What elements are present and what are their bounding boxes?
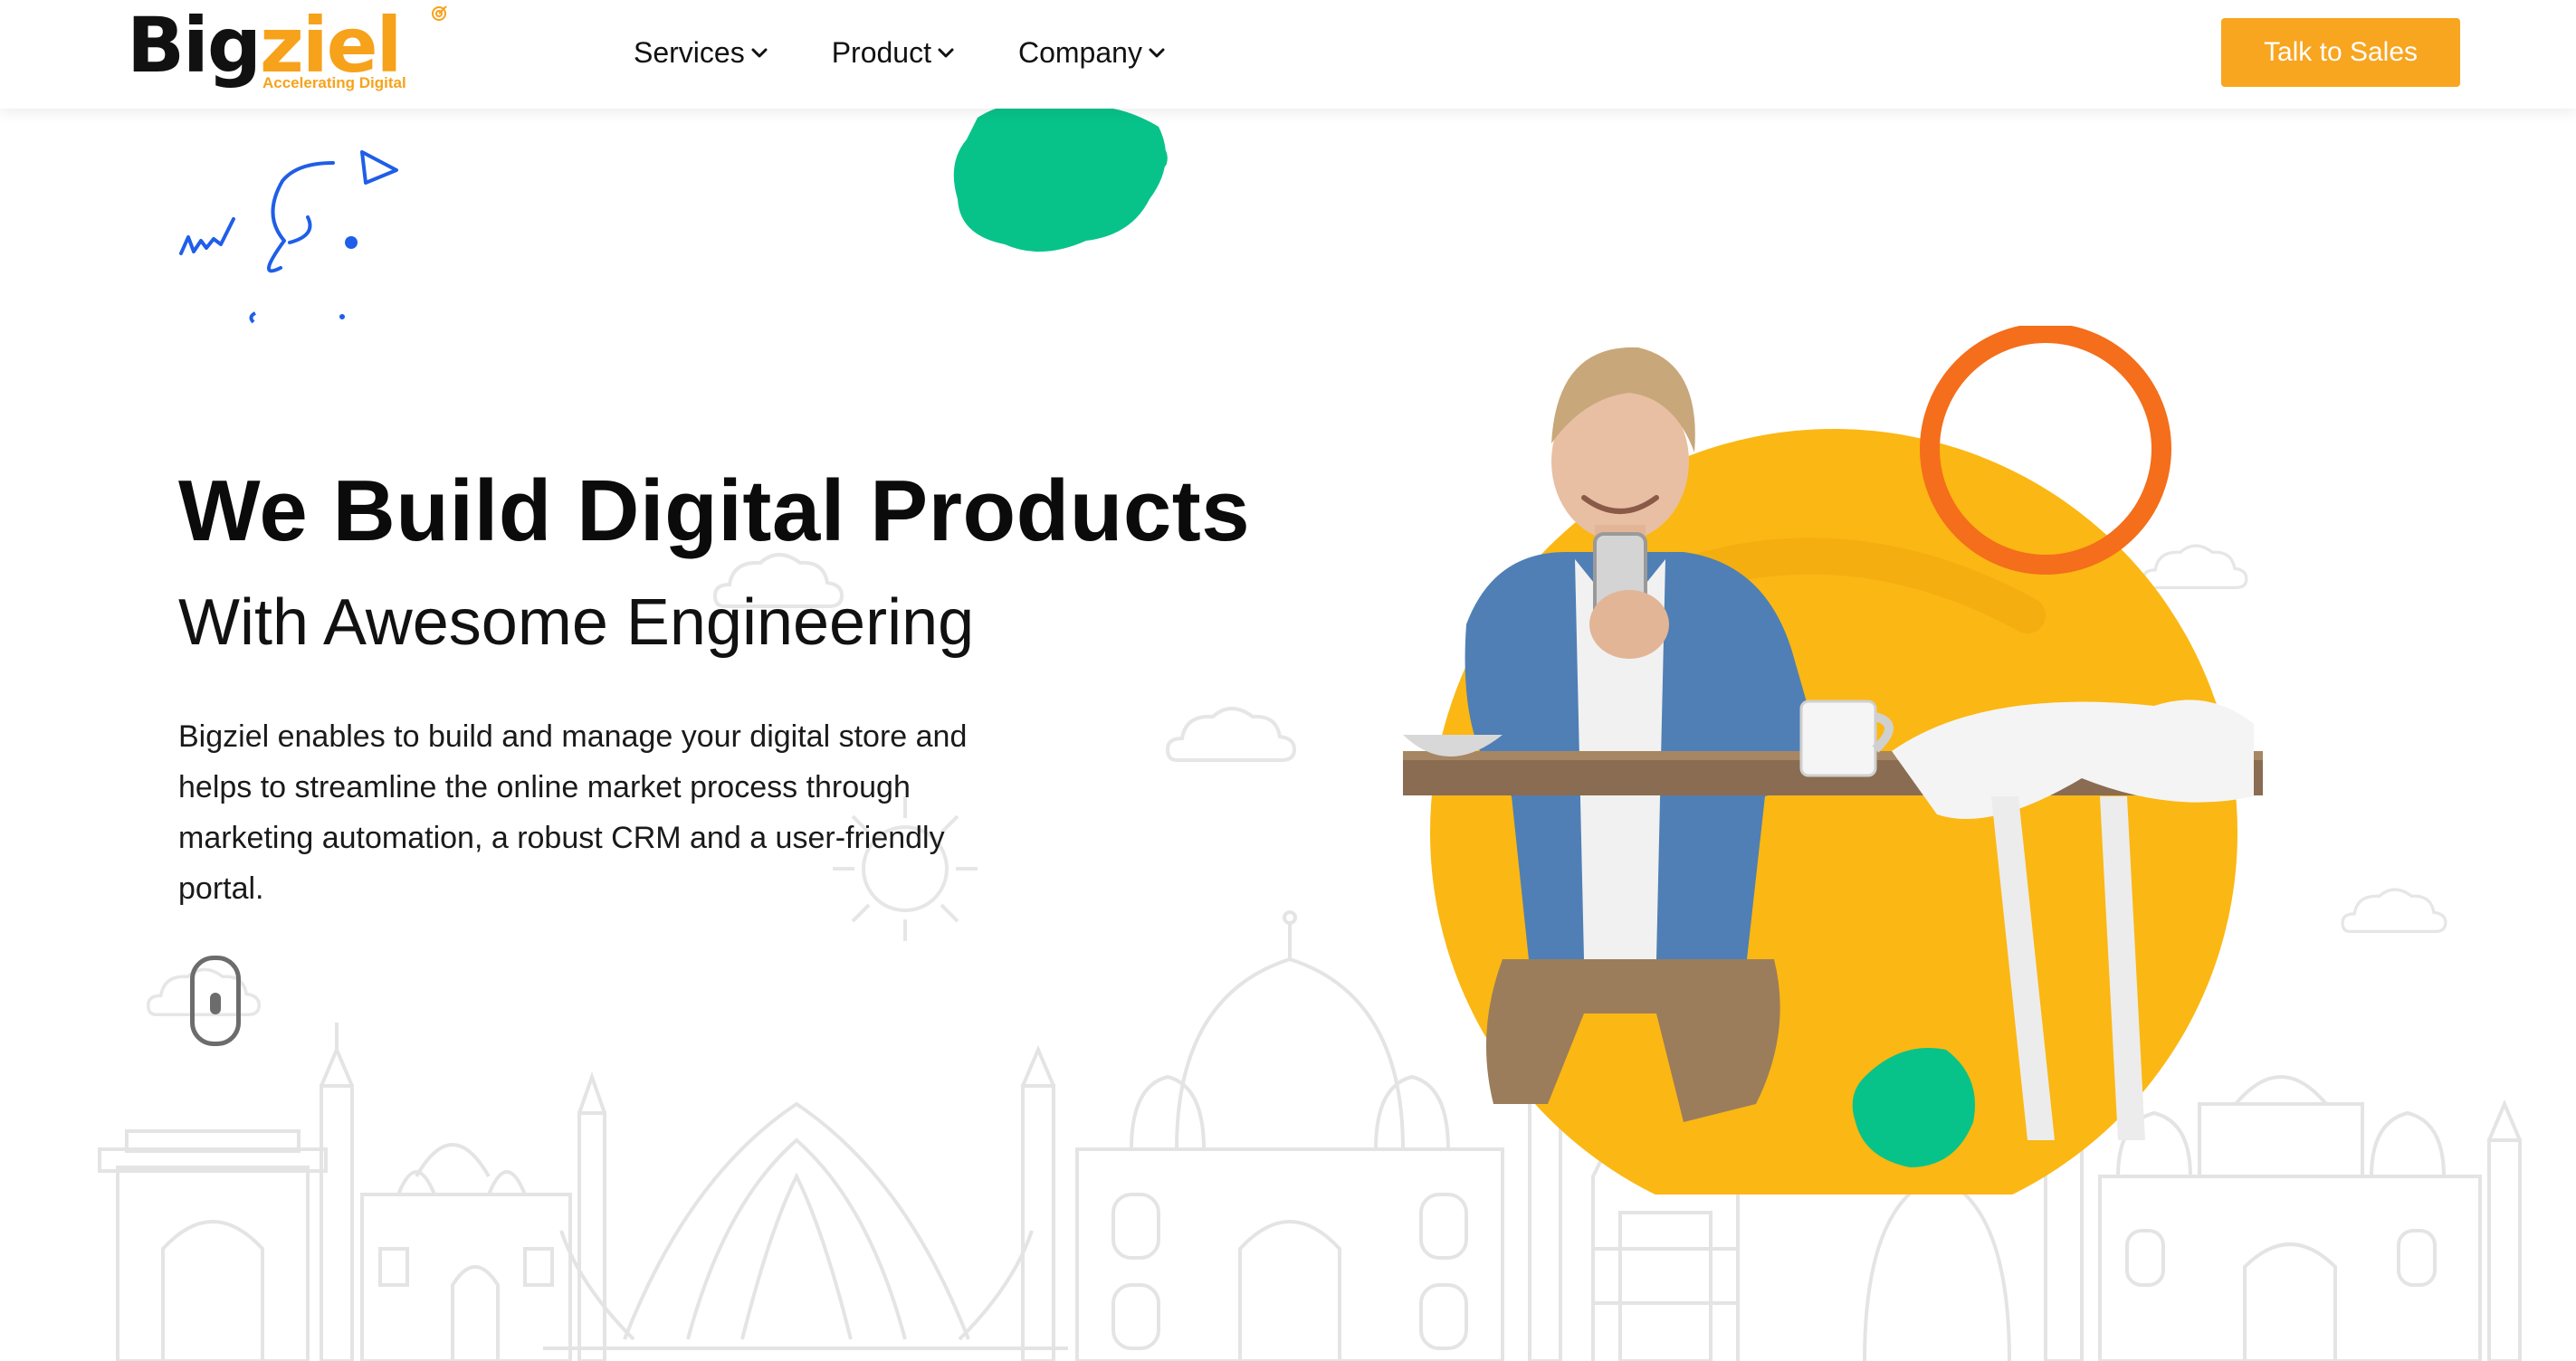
- main-nav: Services Product Company: [634, 31, 1229, 74]
- hero-illustration: [1403, 326, 2263, 1194]
- target-icon: [432, 5, 447, 21]
- nav-item-product[interactable]: Product: [832, 31, 957, 74]
- green-brush-splash: [953, 102, 1168, 252]
- scroll-mouse-icon[interactable]: [190, 956, 241, 1046]
- logo-tagline: Accelerating Digital: [262, 74, 406, 91]
- chevron-down-icon: [1149, 48, 1165, 58]
- nav-item-services[interactable]: Services: [634, 31, 770, 74]
- bigziel-logo[interactable]: Bigziel Accelerating Digital: [127, 1, 447, 101]
- paper-plane-doodle-icon: [179, 150, 398, 324]
- logo-word-main: Big: [127, 1, 262, 90]
- hero-title: We Build Digital Products: [178, 462, 1251, 559]
- hero-subtitle: With Awesome Engineering: [178, 586, 975, 659]
- cloud-icon: [2341, 888, 2447, 933]
- cloud-icon: [1165, 707, 1297, 762]
- chevron-down-icon: [938, 48, 954, 58]
- scroll-wheel: [210, 993, 221, 1014]
- nav-item-company[interactable]: Company: [1018, 31, 1168, 74]
- nav-item-label: Product: [831, 35, 931, 69]
- chevron-down-icon: [751, 48, 768, 58]
- nav-item-label: Company: [1017, 35, 1142, 69]
- talk-to-sales-button[interactable]: Talk to Sales: [2221, 18, 2460, 87]
- site-header: Bigziel Accelerating Digital Services Pr…: [0, 0, 2576, 109]
- hero-description: Bigziel enables to build and manage your…: [178, 719, 968, 906]
- nav-item-label: Services: [634, 35, 745, 69]
